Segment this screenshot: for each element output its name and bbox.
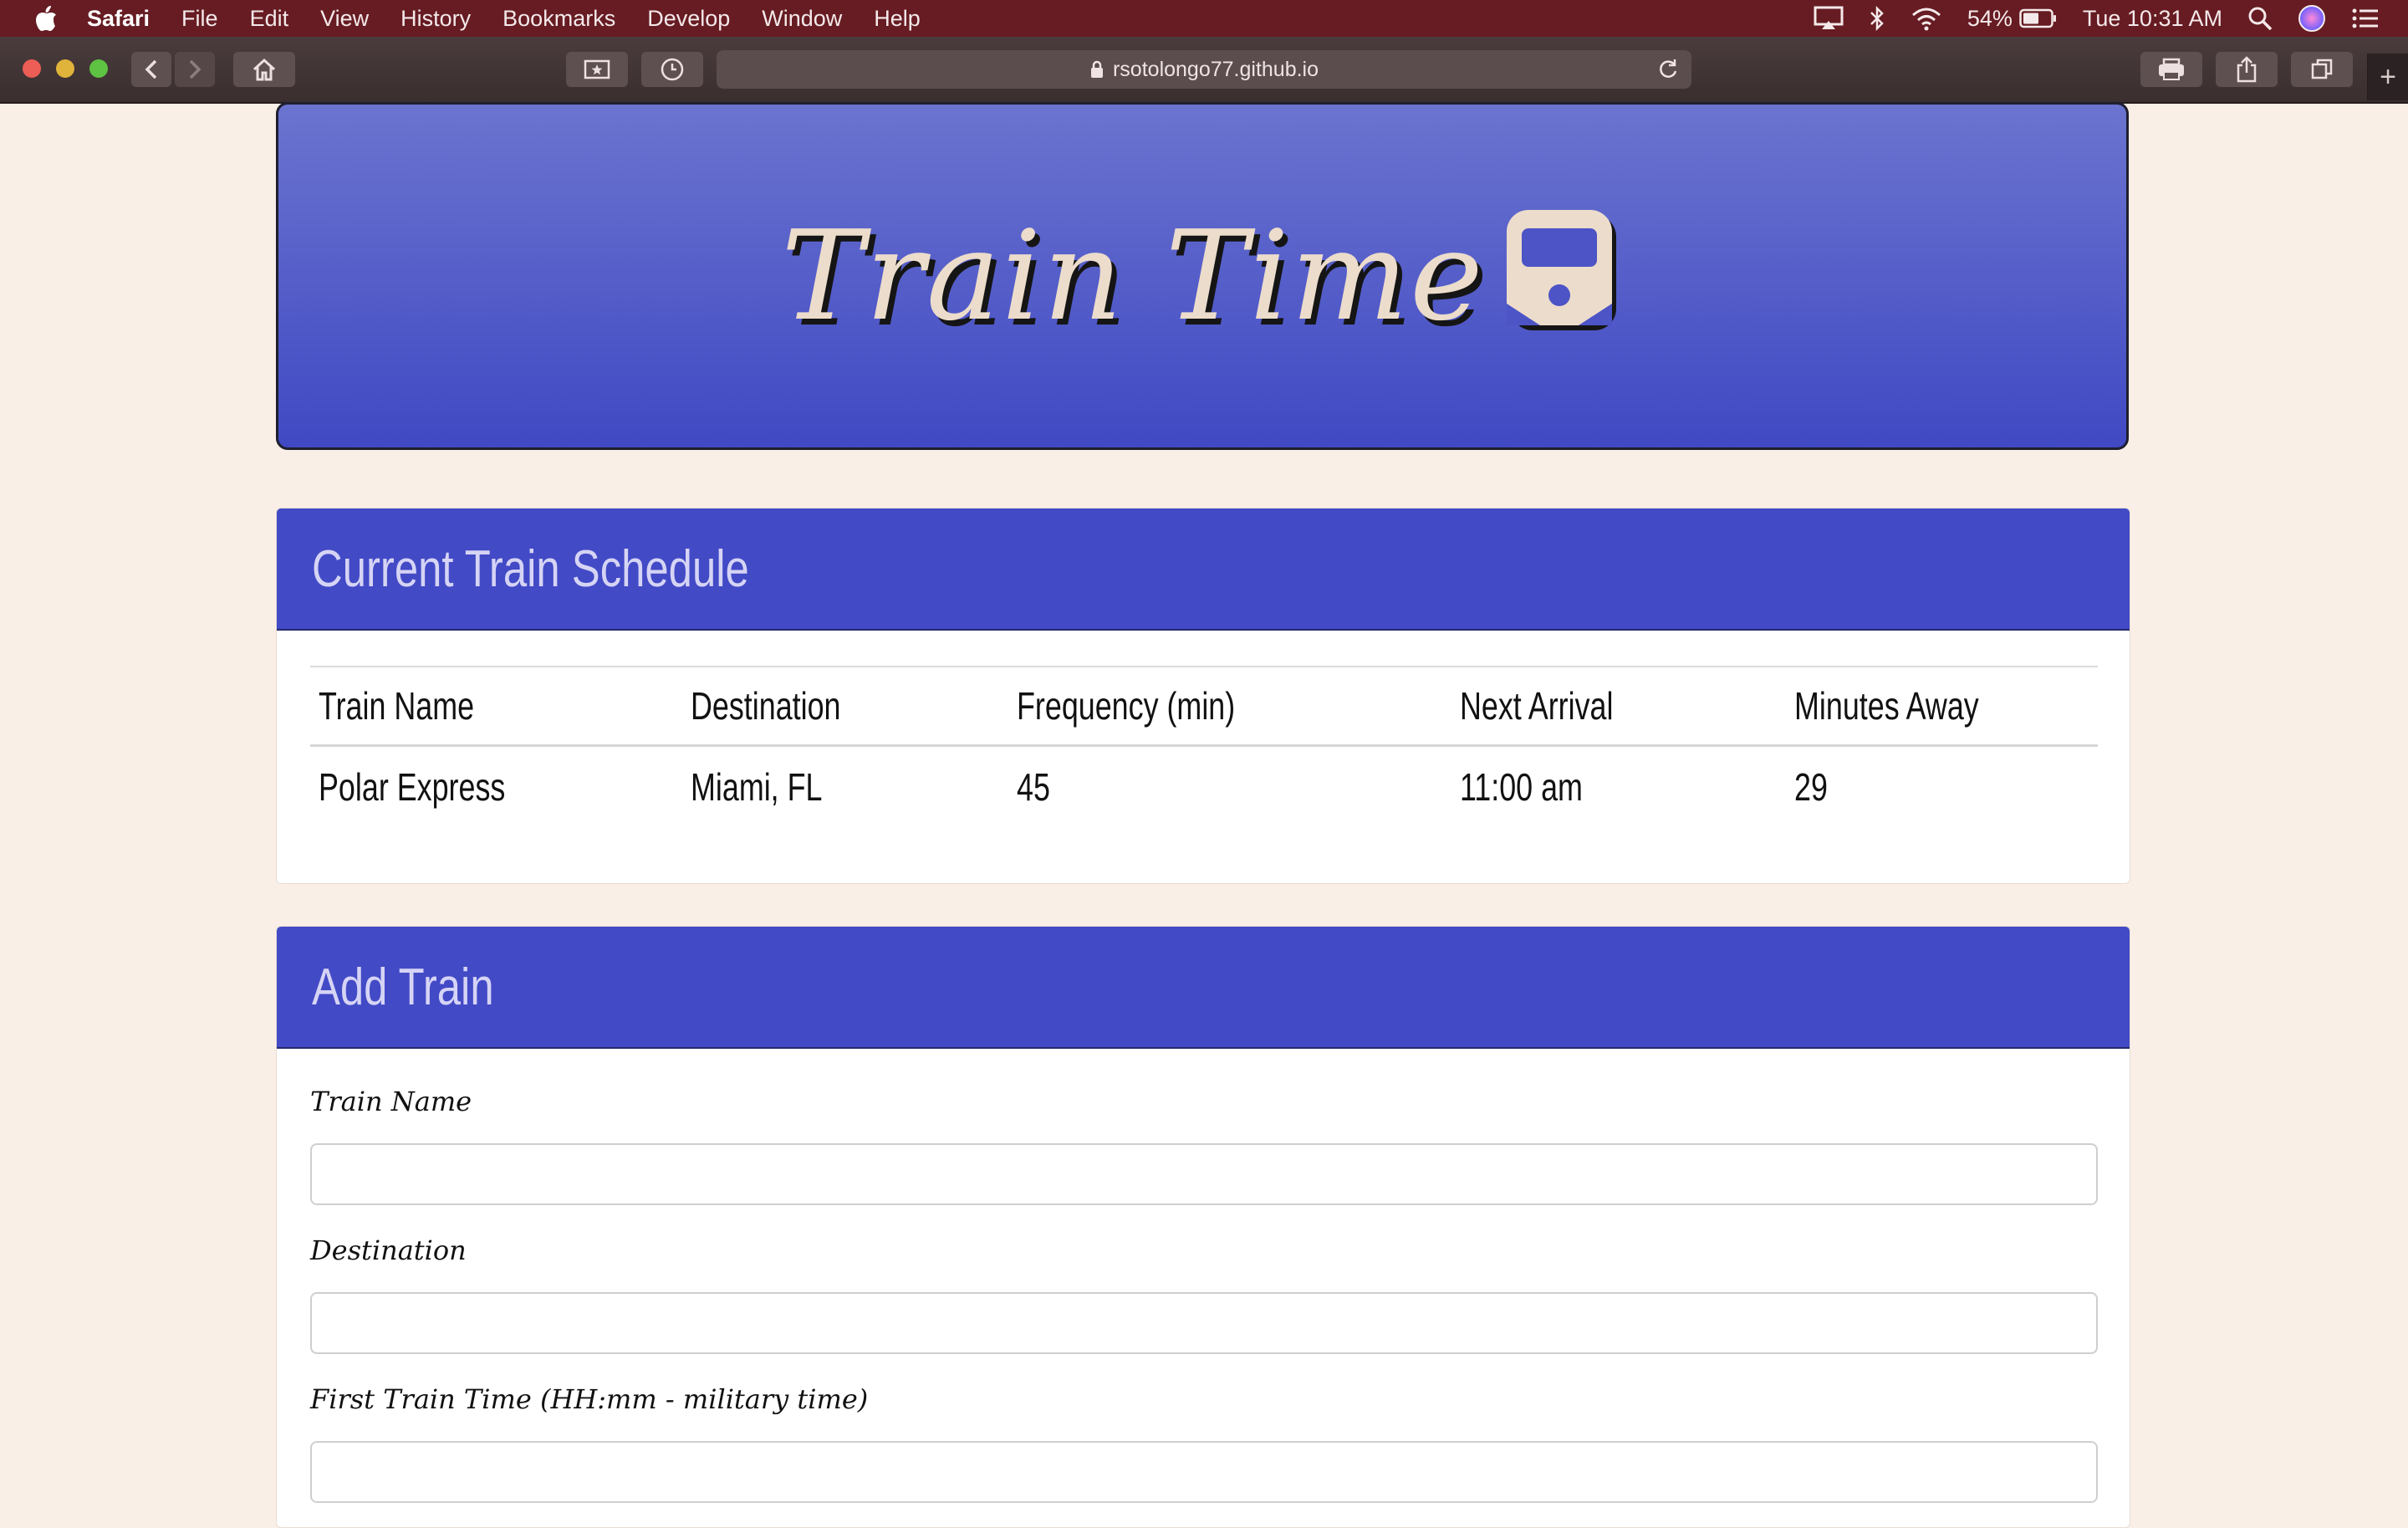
menu-bar: Safari File Edit View History Bookmarks … <box>0 0 2408 37</box>
reload-icon[interactable] <box>1656 57 1680 80</box>
menu-bookmarks[interactable]: Bookmarks <box>503 6 615 32</box>
table-header-row: Train Name Destination Frequency (min) N… <box>310 666 2098 747</box>
browser-toolbar: rsotolongo77.github.io + <box>0 37 2408 104</box>
add-train-panel: Add Train Train Name Destination First T… <box>276 926 2130 1528</box>
printer-icon <box>2159 58 2184 80</box>
menu-view[interactable]: View <box>320 6 369 32</box>
chevron-left-icon <box>145 59 157 79</box>
add-train-panel-header: Add Train <box>277 927 2130 1049</box>
destination-label: Destination <box>310 1234 467 1266</box>
column-header-train-name: Train Name <box>310 666 682 747</box>
menu-history[interactable]: History <box>400 6 471 32</box>
airplay-icon[interactable] <box>1814 6 1844 31</box>
train-name-label: Train Name <box>310 1086 472 1117</box>
first-train-time-label: First Train Time (HH:mm - military time) <box>310 1383 869 1415</box>
siri-icon[interactable] <box>2298 4 2326 33</box>
share-button[interactable] <box>2216 52 2278 87</box>
notification-center-icon[interactable] <box>2351 7 2380 30</box>
wifi-icon[interactable] <box>1911 6 1942 31</box>
fullscreen-window-button[interactable] <box>89 59 108 78</box>
bluetooth-icon[interactable] <box>1869 5 1885 32</box>
schedule-panel-header: Current Train Schedule <box>277 508 2130 631</box>
menu-file[interactable]: File <box>181 6 218 32</box>
page-header: Train Time <box>276 102 2129 450</box>
minimize-window-button[interactable] <box>56 59 74 78</box>
tabs-icon <box>2311 59 2333 79</box>
menu-develop[interactable]: Develop <box>647 6 730 32</box>
tab-overview-button[interactable] <box>2291 52 2353 87</box>
show-sidebar-button[interactable] <box>566 52 628 87</box>
schedule-table: Train Name Destination Frequency (min) N… <box>310 666 2098 827</box>
spotlight-search-icon[interactable] <box>2247 6 2273 31</box>
cell-train-name: Polar Express <box>319 765 506 809</box>
back-button[interactable] <box>131 52 171 87</box>
battery-status[interactable]: 54% <box>1967 6 2058 32</box>
clock-icon <box>661 58 684 81</box>
menu-app-name[interactable]: Safari <box>87 6 150 32</box>
menu-edit[interactable]: Edit <box>250 6 289 32</box>
forward-button[interactable] <box>175 52 215 87</box>
apple-icon[interactable] <box>33 4 59 33</box>
schedule-panel: Current Train Schedule Train Name Destin… <box>276 508 2130 884</box>
menu-window[interactable]: Window <box>762 6 842 32</box>
bookmarks-icon <box>584 59 610 79</box>
cell-frequency: 45 <box>1017 765 1050 809</box>
print-button[interactable] <box>2140 52 2202 87</box>
menu-help[interactable]: Help <box>874 6 921 32</box>
home-button[interactable] <box>233 52 295 87</box>
column-header-next-arrival: Next Arrival <box>1451 666 1786 747</box>
table-row: Polar Express Miami, FL 45 11:00 am 29 <box>310 746 2098 828</box>
cell-next-arrival: 11:00 am <box>1460 765 1583 809</box>
home-icon <box>253 58 276 81</box>
train-name-input[interactable] <box>310 1143 2098 1205</box>
schedule-panel-title: Current Train Schedule <box>312 539 749 598</box>
battery-icon <box>2019 8 2056 28</box>
chevron-right-icon <box>189 59 202 79</box>
new-tab-button[interactable]: + <box>2367 54 2408 100</box>
url-text: rsotolongo77.github.io <box>1112 57 1319 81</box>
add-train-panel-title: Add Train <box>312 958 494 1016</box>
column-header-minutes-away: Minutes Away <box>1786 666 2098 747</box>
train-icon <box>1506 210 1616 330</box>
close-window-button[interactable] <box>23 59 41 78</box>
address-bar[interactable]: rsotolongo77.github.io <box>717 50 1691 89</box>
cell-destination: Miami, FL <box>691 765 823 809</box>
menu-clock[interactable]: Tue 10:31 AM <box>2083 6 2222 32</box>
history-button[interactable] <box>641 52 703 87</box>
column-header-frequency: Frequency (min) <box>1008 666 1451 747</box>
destination-input[interactable] <box>310 1292 2098 1354</box>
cell-minutes-away: 29 <box>1794 765 1828 809</box>
battery-percent: 54% <box>1967 5 2013 31</box>
lock-icon <box>1090 60 1103 78</box>
page-title: Train Time <box>781 204 1485 348</box>
share-icon <box>2237 56 2257 83</box>
first-train-time-input[interactable] <box>310 1441 2098 1503</box>
column-header-destination: Destination <box>682 666 1008 747</box>
